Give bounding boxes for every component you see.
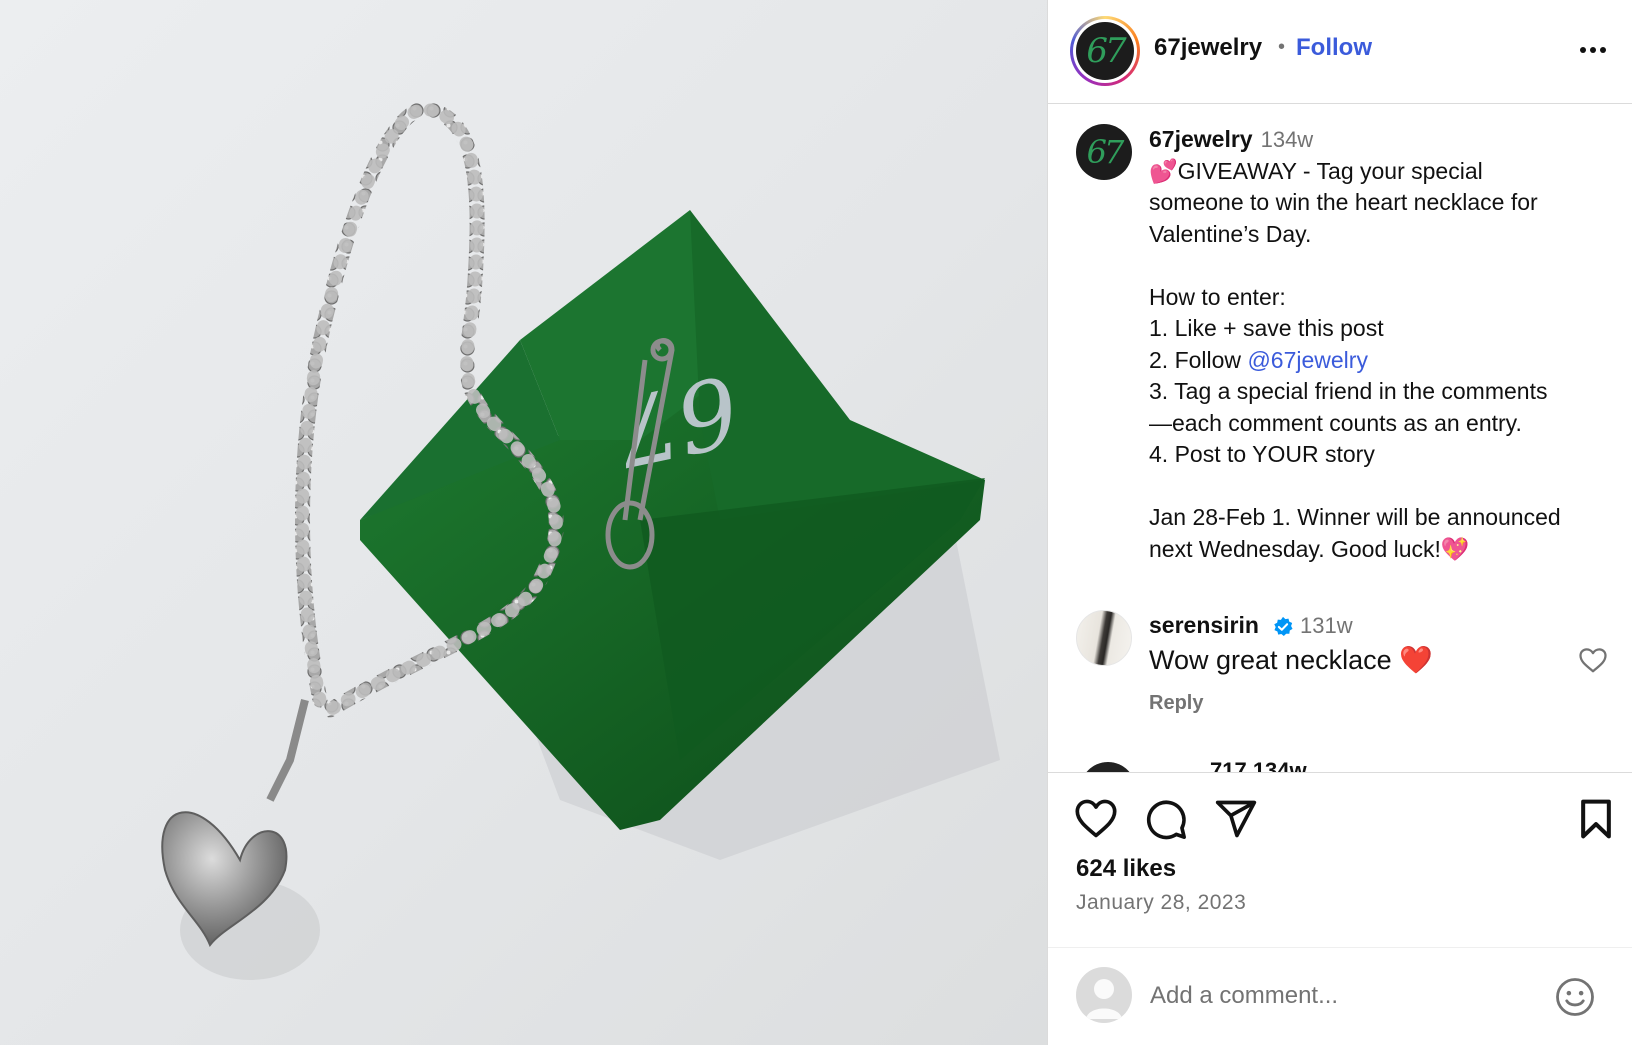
bookmark-save-icon[interactable] — [1574, 797, 1618, 841]
profile-avatar[interactable]: 67 — [1070, 16, 1140, 86]
caption-line: someone to win the heart necklace for — [1149, 189, 1538, 215]
post-actions: 624 likes January 28, 2023 — [1048, 772, 1632, 947]
likes-count[interactable]: 624 likes — [1076, 855, 1176, 883]
comment-timestamp: 131w — [1300, 613, 1353, 638]
post-date: January 28, 2023 — [1076, 891, 1247, 914]
like-heart-icon[interactable] — [1074, 797, 1118, 841]
share-send-icon[interactable] — [1214, 797, 1258, 841]
brand-logo: 67 — [1076, 124, 1132, 180]
post-caption: 67jewelry 134w 💕GIVEAWAY - Tag your speci… — [1149, 124, 1599, 565]
caption-line: next Wednesday. Good luck!💖 — [1149, 535, 1470, 562]
post-sidebar: 67 67jewelry • Follow 67 67jewelry 134w 💕… — [1047, 0, 1632, 1045]
caption-line: 1. Like + save this post — [1149, 315, 1384, 341]
caption-line: 4. Post to YOUR story — [1149, 441, 1375, 467]
post-photo-illustration: 67 — [161, 101, 1000, 980]
add-comment-bar — [1048, 947, 1632, 1045]
commenter-avatar[interactable] — [1076, 610, 1132, 666]
caption-line: Valentine’s Day. — [1149, 220, 1312, 247]
current-user-avatar — [1076, 967, 1132, 1023]
emoji-picker-icon[interactable] — [1554, 976, 1596, 1018]
comments-list[interactable]: 67 67jewelry 134w 💕GIVEAWAY - Tag your sp… — [1048, 104, 1632, 772]
add-comment-input[interactable] — [1150, 976, 1530, 1016]
caption-mention-link[interactable]: @67jewelry — [1247, 347, 1368, 373]
caption-line: Jan 28-Feb 1. Winner will be announced — [1149, 504, 1561, 530]
caption-line: How to enter: — [1149, 283, 1286, 310]
comment-username[interactable]: serensirin — [1149, 612, 1259, 639]
caption-line: 💕GIVEAWAY - Tag your special — [1149, 157, 1483, 184]
caption-avatar[interactable]: 67 — [1076, 124, 1132, 180]
comment-text: Wow great necklace ❤️ — [1149, 645, 1433, 675]
follow-button[interactable]: Follow — [1296, 34, 1372, 62]
partial-comment-header: 717 134w — [1210, 758, 1307, 772]
verified-badge-icon — [1274, 616, 1293, 636]
caption-line: 2. Follow — [1149, 346, 1248, 373]
more-options-icon[interactable] — [1573, 30, 1613, 70]
caption-line: —each comment counts as an entry. — [1149, 409, 1522, 436]
caption-timestamp: 134w — [1260, 127, 1314, 152]
default-avatar-icon — [1086, 979, 1122, 1019]
header-separator: • — [1278, 36, 1286, 58]
caption-username[interactable]: 67jewelry — [1149, 126, 1253, 152]
comment-like-icon[interactable] — [1578, 646, 1608, 674]
post-header: 67 67jewelry • Follow — [1048, 0, 1632, 104]
commenter-avatar[interactable] — [1080, 762, 1136, 772]
caption-line: 3. Tag a special friend in the comments — [1149, 378, 1548, 404]
post-image[interactable]: 67 — [0, 0, 1047, 1045]
reply-button[interactable]: Reply — [1149, 692, 1203, 715]
brand-logo: 67 — [1076, 22, 1134, 80]
header-username[interactable]: 67jewelry — [1154, 34, 1262, 62]
comment-bubble-icon[interactable] — [1144, 797, 1188, 841]
